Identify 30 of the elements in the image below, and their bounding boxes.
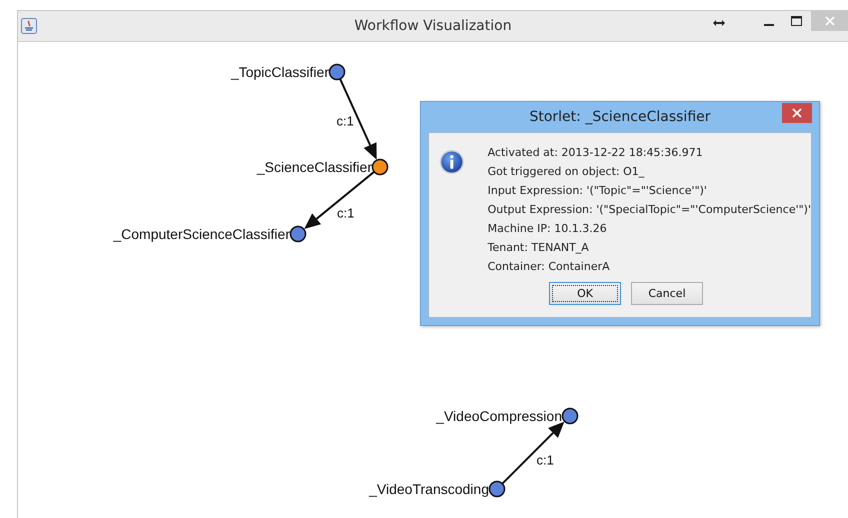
edge-label: c:1 <box>336 114 354 128</box>
close-icon <box>792 108 802 118</box>
info-text: Activated at: 2013-12-22 18:45:36.971 <box>488 145 704 161</box>
node[interactable] <box>372 158 388 176</box>
info-text: Got triggered on object: O1_ <box>488 164 646 180</box>
node-label: _ComputerScienceClassifier <box>113 226 290 242</box>
window-title: Workflow Visualization <box>354 18 512 34</box>
node[interactable] <box>290 226 306 242</box>
info-text: Output Expression: '("SpecialTopic"="'ComputerScience'")' <box>488 202 811 218</box>
node-label: _ScienceClassifier <box>256 159 372 175</box>
dialog-title: Storlet: _ScienceClassifier <box>529 109 711 125</box>
node[interactable] <box>328 64 346 80</box>
resize-icon[interactable] <box>713 19 725 27</box>
info-text: Tenant: TENANT_A <box>488 240 590 256</box>
edge-label: c:1 <box>337 206 354 220</box>
ok-button[interactable]: OK <box>549 282 621 305</box>
node[interactable] <box>488 480 506 498</box>
node-label: _VideoCompression <box>436 408 562 424</box>
app-icon <box>21 18 37 34</box>
node-label: _TopicClassifier <box>230 64 329 80</box>
close-icon <box>824 16 834 26</box>
maximize-icon[interactable] <box>791 16 802 26</box>
info-text: Container: ContainerA <box>488 259 611 275</box>
info-text: Machine IP: 10.1.3.26 <box>488 221 608 237</box>
edge-label: c:1 <box>536 452 554 468</box>
cancel-button[interactable]: Cancel <box>631 282 703 305</box>
close-button[interactable] <box>782 103 812 123</box>
node[interactable] <box>562 408 578 424</box>
info-text: Input Expression: '("Topic"="'Science'")' <box>488 183 708 199</box>
node-label: _VideoTranscoding <box>369 481 489 497</box>
